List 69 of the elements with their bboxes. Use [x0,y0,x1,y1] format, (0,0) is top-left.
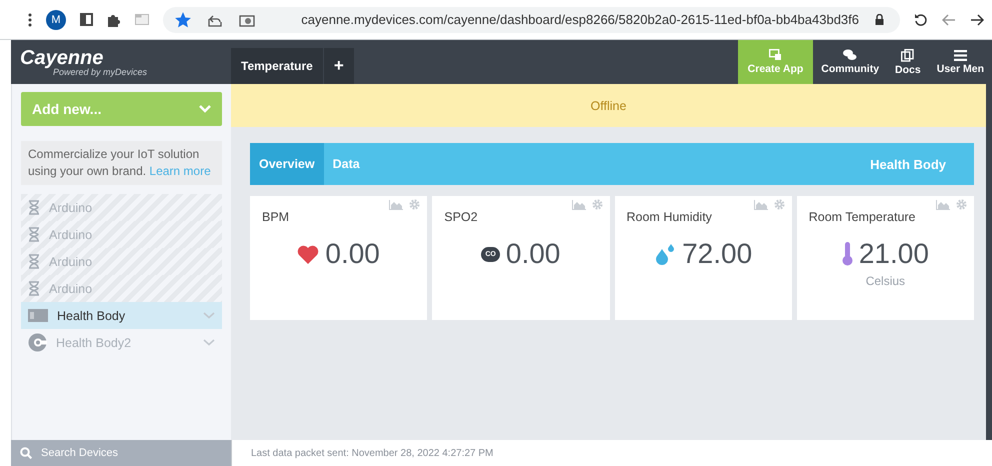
dashboard-tab[interactable]: Temperature [231,48,323,84]
chart-icon[interactable] [754,200,768,210]
chevron-icon [199,105,211,113]
profile-avatar[interactable]: M [46,10,66,30]
app-icon [768,49,782,61]
forward-icon[interactable] [970,14,984,26]
chart-icon[interactable] [389,200,404,210]
widget-title: BPM [262,210,290,224]
share-icon[interactable] [207,12,223,26]
search-icon [20,447,32,459]
offline-status: Offline [590,98,626,112]
device-name: Health Body [870,156,947,172]
more-icon[interactable] [28,12,32,26]
back-icon[interactable] [942,14,956,26]
board-icon [28,309,48,322]
device-tab[interactable]: Overview [250,143,324,185]
widget-title: SPO2 [444,210,478,224]
logo-tagline: Powered by myDevices [53,68,148,76]
cayenne-logo[interactable]: Cayenne [20,48,231,68]
reload-icon[interactable] [914,12,928,26]
cayenne-icon [28,333,47,352]
nav-button[interactable]: User Men [928,40,992,84]
add-new-dropdown[interactable]: Add new... [21,92,222,126]
nav-button[interactable]: Docs [887,40,929,84]
widget-value: 72.00 [682,238,752,270]
settings-icon[interactable] [592,199,602,210]
star-icon[interactable] [175,12,191,28]
device-item[interactable]: Health Body2 [21,329,222,356]
device-item[interactable]: Arduino [21,221,222,248]
water-drop-icon [654,243,676,265]
nav-button[interactable]: Create App [738,40,814,84]
widget-value: 0.00 [506,238,560,270]
learn-more-link[interactable]: Learn more [149,164,211,178]
device-item[interactable]: Arduino [21,275,222,302]
settings-icon[interactable] [774,199,785,210]
settings-icon[interactable] [409,199,420,210]
hourglass-icon [28,227,40,242]
last-packet-text: Last data packet sent: November 28, 2022 4:27:27 PM [251,448,494,458]
sidebar-icon[interactable] [80,13,93,26]
chat-icon [843,49,858,61]
device-item[interactable]: Health Body [21,302,222,329]
add-tab-button[interactable]: + [322,48,354,84]
chart-icon[interactable] [572,200,586,210]
camera-icon[interactable] [239,12,255,26]
nav-button[interactable]: Community [813,40,888,84]
chevron-icon[interactable] [203,312,215,319]
puzzle-icon[interactable] [107,12,121,26]
thermometer-icon [842,242,853,266]
chevron-icon[interactable] [203,339,215,346]
hourglass-icon [28,281,40,296]
search-devices-field[interactable]: Search Devices [11,440,231,466]
lock-icon [875,14,884,25]
device-item[interactable]: Arduino [21,194,222,221]
widget-title: Room Humidity [626,210,712,224]
menu-icon [954,50,967,60]
tab-icon[interactable] [135,14,149,25]
docs-icon [901,48,914,62]
chart-icon[interactable] [936,200,950,210]
hourglass-icon [28,200,40,215]
widget-unit: Celsius [866,274,906,288]
widget-value: 0.00 [325,238,380,270]
heart-icon [297,244,320,264]
promo-text: Commercialize your IoT solution using your own brand. Learn more [28,147,211,178]
settings-icon[interactable] [956,199,967,210]
widget-value: 21.00 [858,238,929,270]
device-item[interactable]: Arduino [21,248,222,275]
widget-title: Room Temperature [808,210,916,224]
device-tab[interactable]: Data [324,143,369,185]
hourglass-icon [28,254,40,269]
